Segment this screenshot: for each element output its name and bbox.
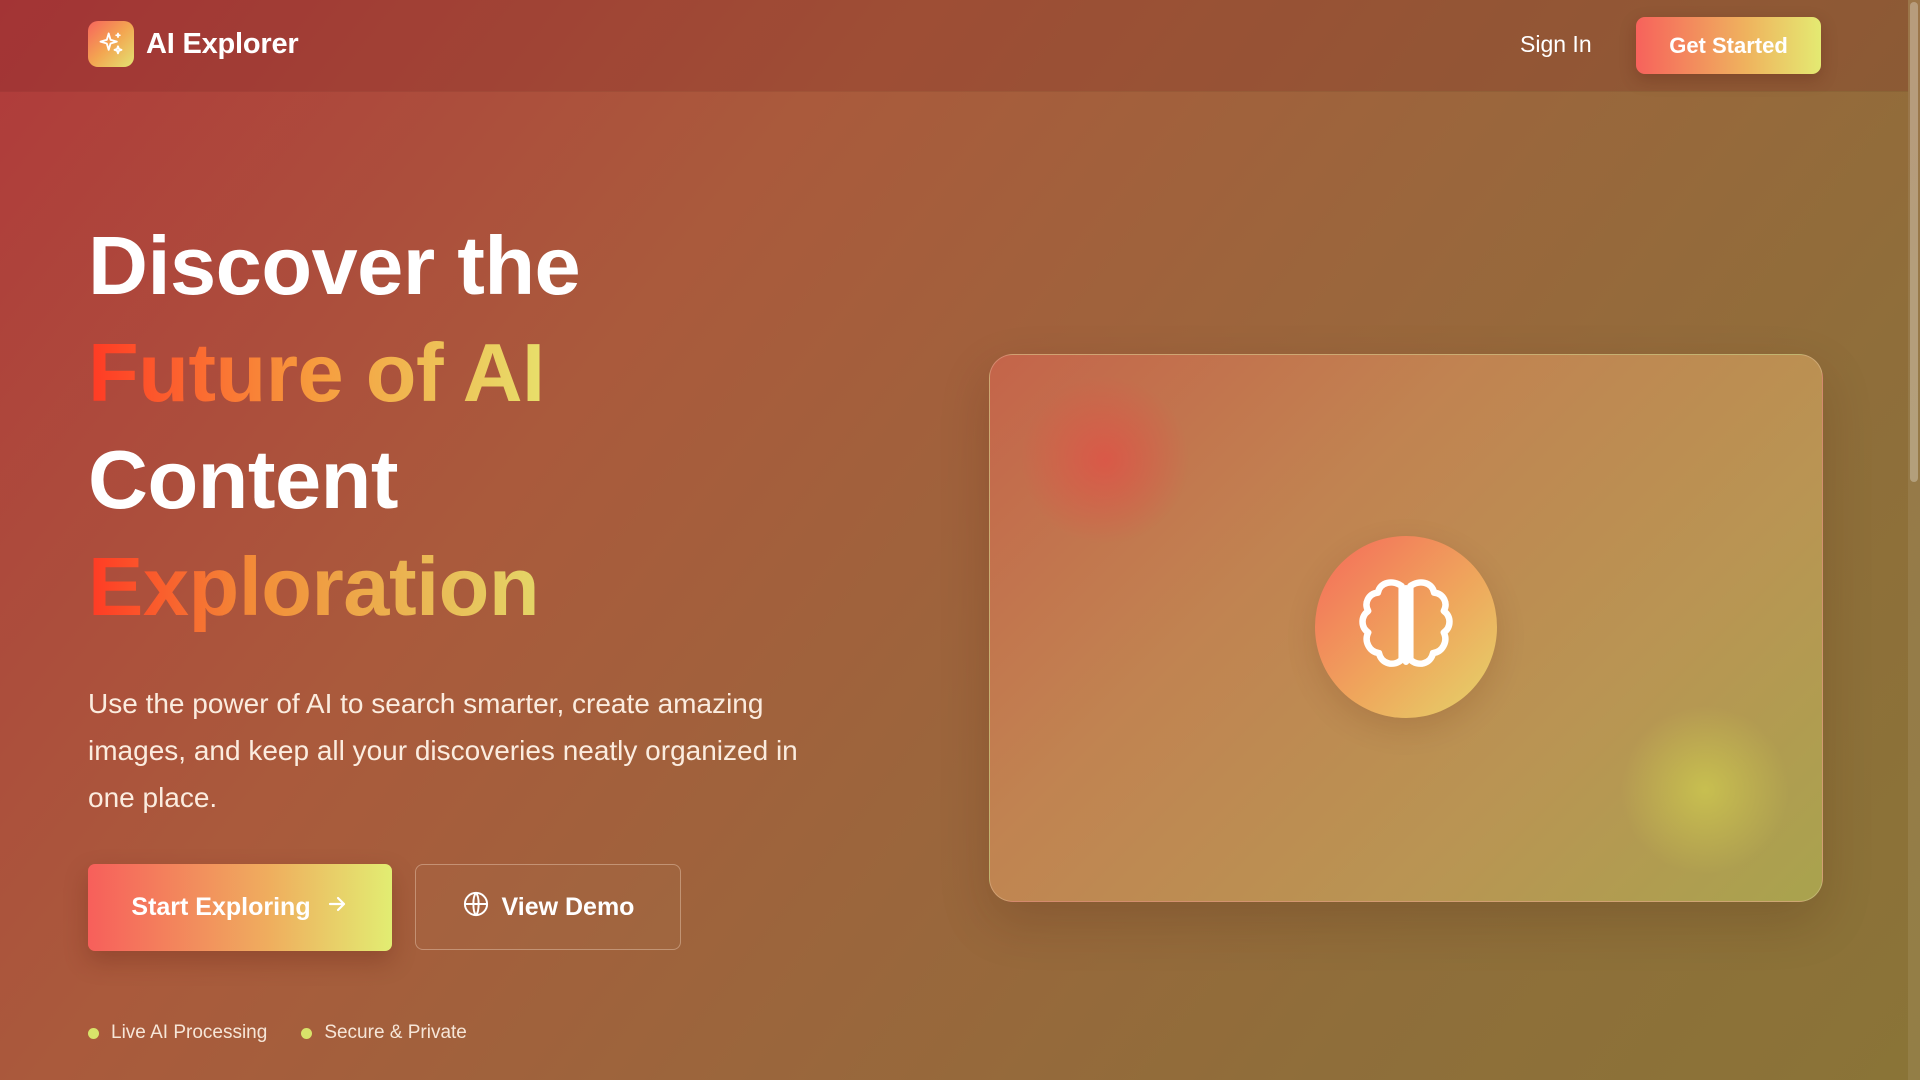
status-dot [88, 1027, 99, 1039]
get-started-button[interactable]: Get Started [1636, 17, 1821, 74]
globe-icon [462, 890, 490, 925]
view-demo-label: View Demo [501, 892, 635, 921]
hero-title-line-4: Exploration [88, 533, 580, 640]
glow-orb-red [1020, 375, 1190, 545]
status-dot [301, 1027, 313, 1039]
sign-in-button[interactable]: Sign In [1520, 31, 1592, 58]
brand-logo[interactable]: AI Explorer [88, 21, 299, 67]
start-exploring-label: Start Exploring [131, 893, 311, 921]
status-live-ai: Live AI Processing [88, 1022, 267, 1044]
status-secure-label: Secure & Private [324, 1022, 467, 1043]
hero-title-line-2: Future of AI [88, 319, 580, 426]
hero-visual-card [989, 354, 1823, 902]
sparkles-icon [88, 21, 134, 67]
brain-icon [1352, 571, 1460, 684]
start-exploring-button[interactable]: Start Exploring [88, 864, 392, 951]
brain-badge [1315, 536, 1497, 718]
arrow-right-icon [325, 892, 349, 923]
hero-description: Use the power of AI to search smarter, c… [88, 688, 798, 813]
page-scrollbar[interactable] [1908, 0, 1920, 1080]
hero-title: Discover the Future of AI Content Explor… [88, 212, 581, 640]
hero-title-line-3: Content [88, 433, 398, 526]
glow-orb-lime [1620, 705, 1790, 875]
navbar: AI Explorer Sign In Get Started [0, 0, 1908, 91]
status-badges: Live AI Processing Secure & Private [88, 1022, 467, 1044]
status-live-ai-label: Live AI Processing [111, 1022, 268, 1043]
brand-name: AI Explorer [146, 27, 299, 60]
status-secure: Secure & Private [301, 1022, 467, 1044]
hero-title-line-1: Discover the [88, 219, 581, 312]
view-demo-button[interactable]: View Demo [415, 864, 681, 950]
scrollbar-thumb[interactable] [1910, 2, 1918, 482]
